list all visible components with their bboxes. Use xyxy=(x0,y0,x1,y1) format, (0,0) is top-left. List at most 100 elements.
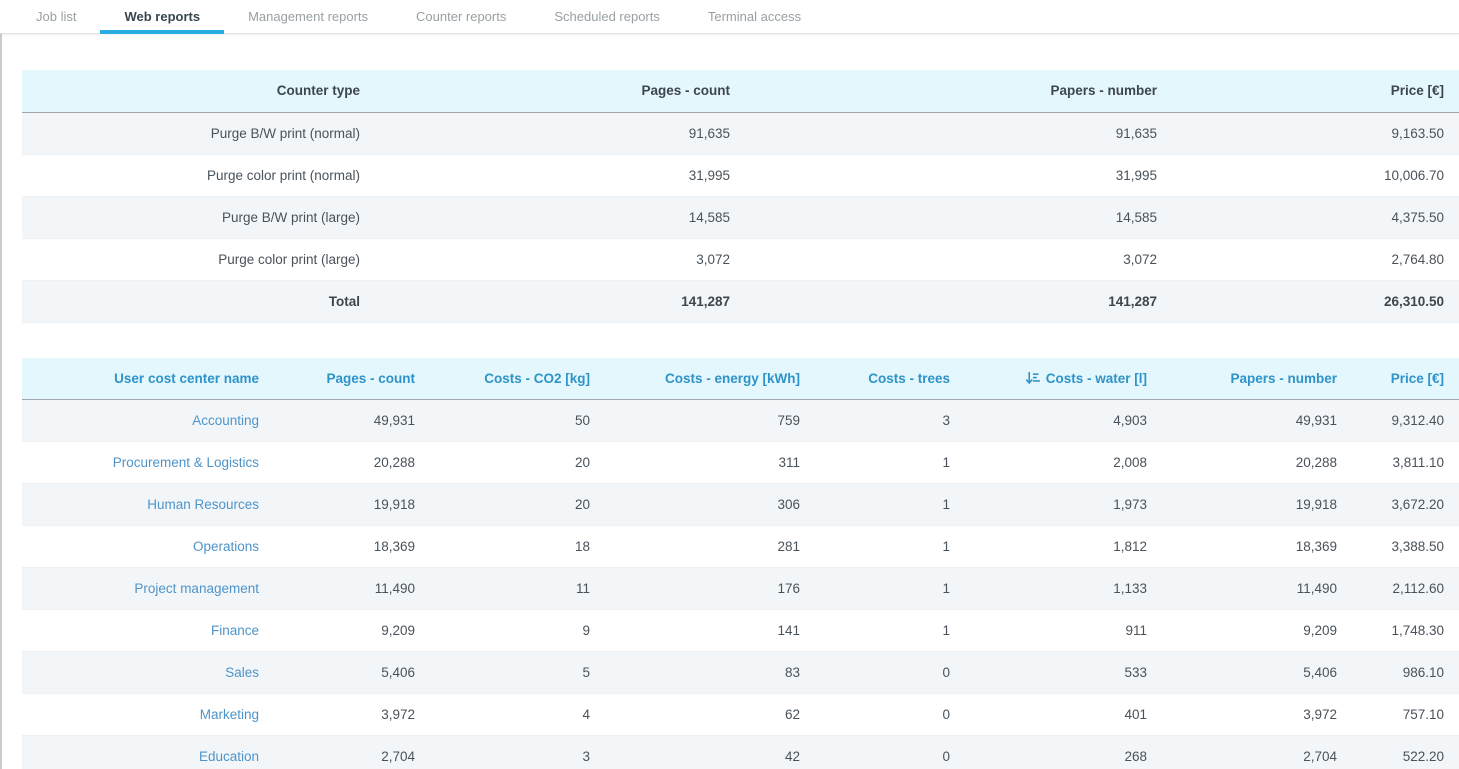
pages-count-cell: 2,704 xyxy=(274,736,430,769)
user-cost-center-cell: Human Resources xyxy=(22,484,274,526)
column-header-costs-water-label: Costs - water [l] xyxy=(1046,371,1147,386)
co2-cell: 3 xyxy=(430,736,605,769)
water-cell: 533 xyxy=(965,652,1162,694)
cost-center-table-body: Accounting49,9315075934,90349,9319,312.4… xyxy=(22,400,1459,769)
trees-cell: 1 xyxy=(815,484,965,526)
counter-table-footer: Total 141,287 141,287 26,310.50 xyxy=(22,280,1459,322)
energy-cell: 306 xyxy=(605,484,815,526)
counter-type-row: Purge color print (large)3,0723,0722,764… xyxy=(22,238,1459,280)
pages-count-cell: 31,995 xyxy=(375,154,745,196)
tab-management-reports[interactable]: Management reports xyxy=(224,0,392,33)
column-header-costs-water[interactable]: Costs - water [l] xyxy=(965,358,1162,400)
pages-count-cell: 49,931 xyxy=(274,400,430,442)
column-header-costs-energy[interactable]: Costs - energy [kWh] xyxy=(605,358,815,400)
cost-center-link[interactable]: Sales xyxy=(225,665,259,680)
column-header-price[interactable]: Price [€] xyxy=(1352,358,1459,400)
cost-center-row: Sales5,40658305335,406986.10 xyxy=(22,652,1459,694)
water-cell: 401 xyxy=(965,694,1162,736)
pages-count-cell: 11,490 xyxy=(274,568,430,610)
pages-count-cell: 14,585 xyxy=(375,196,745,238)
column-header-papers-number[interactable]: Papers - number xyxy=(1162,358,1352,400)
tab-scheduled-reports[interactable]: Scheduled reports xyxy=(530,0,684,33)
cost-center-link[interactable]: Human Resources xyxy=(147,497,259,512)
counter-header-row: Counter type Pages - count Papers - numb… xyxy=(22,70,1459,112)
user-cost-center-cell: Education xyxy=(22,736,274,769)
column-header-pages-count[interactable]: Pages - count xyxy=(375,70,745,112)
trees-cell: 0 xyxy=(815,652,965,694)
trees-cell: 1 xyxy=(815,526,965,568)
trees-cell: 1 xyxy=(815,568,965,610)
report-content: Counter type Pages - count Papers - numb… xyxy=(0,34,1459,769)
co2-cell: 20 xyxy=(430,442,605,484)
papers-number-cell: 19,918 xyxy=(1162,484,1352,526)
tab-terminal-access[interactable]: Terminal access xyxy=(684,0,825,33)
price-cell: 3,388.50 xyxy=(1352,526,1459,568)
cost-center-row: Project management11,4901117611,13311,49… xyxy=(22,568,1459,610)
total-pages-cell: 141,287 xyxy=(375,280,745,322)
energy-cell: 759 xyxy=(605,400,815,442)
energy-cell: 311 xyxy=(605,442,815,484)
price-cell: 2,764.80 xyxy=(1172,238,1459,280)
co2-cell: 11 xyxy=(430,568,605,610)
water-cell: 1,973 xyxy=(965,484,1162,526)
energy-cell: 83 xyxy=(605,652,815,694)
user-cost-center-cell: Procurement & Logistics xyxy=(22,442,274,484)
price-cell: 2,112.60 xyxy=(1352,568,1459,610)
papers-number-cell: 31,995 xyxy=(745,154,1172,196)
price-cell: 986.10 xyxy=(1352,652,1459,694)
water-cell: 1,133 xyxy=(965,568,1162,610)
water-cell: 911 xyxy=(965,610,1162,652)
column-header-price[interactable]: Price [€] xyxy=(1172,70,1459,112)
cost-center-link[interactable]: Finance xyxy=(211,623,259,638)
pages-count-cell: 3,972 xyxy=(274,694,430,736)
cost-center-link[interactable]: Marketing xyxy=(200,707,259,722)
tab-job-list[interactable]: Job list xyxy=(12,0,100,33)
column-header-user-cost-center-name[interactable]: User cost center name xyxy=(22,358,274,400)
user-cost-center-cell: Project management xyxy=(22,568,274,610)
tab-counter-reports[interactable]: Counter reports xyxy=(392,0,530,33)
column-header-papers-number[interactable]: Papers - number xyxy=(745,70,1172,112)
column-header-counter-type[interactable]: Counter type xyxy=(22,70,375,112)
pages-count-cell: 18,369 xyxy=(274,526,430,568)
cost-center-row: Marketing3,97246204013,972757.10 xyxy=(22,694,1459,736)
papers-number-cell: 9,209 xyxy=(1162,610,1352,652)
counter-summary-table: Counter type Pages - count Papers - numb… xyxy=(22,70,1459,323)
water-cell: 4,903 xyxy=(965,400,1162,442)
cost-center-table-header: User cost center name Pages - count Cost… xyxy=(22,358,1459,400)
co2-cell: 20 xyxy=(430,484,605,526)
column-header-costs-trees[interactable]: Costs - trees xyxy=(815,358,965,400)
co2-cell: 18 xyxy=(430,526,605,568)
cost-center-row: Finance9,209914119119,2091,748.30 xyxy=(22,610,1459,652)
pages-count-cell: 20,288 xyxy=(274,442,430,484)
co2-cell: 9 xyxy=(430,610,605,652)
cost-center-link[interactable]: Operations xyxy=(193,539,259,554)
column-header-pages-count[interactable]: Pages - count xyxy=(274,358,430,400)
user-cost-center-cell: Marketing xyxy=(22,694,274,736)
user-cost-center-cell: Accounting xyxy=(22,400,274,442)
cost-center-row: Human Resources19,9182030611,97319,9183,… xyxy=(22,484,1459,526)
trees-cell: 1 xyxy=(815,610,965,652)
cost-center-link[interactable]: Project management xyxy=(134,581,259,596)
total-price-cell: 26,310.50 xyxy=(1172,280,1459,322)
price-cell: 9,163.50 xyxy=(1172,112,1459,154)
cost-center-link[interactable]: Procurement & Logistics xyxy=(113,455,259,470)
cost-center-link[interactable]: Education xyxy=(199,749,259,764)
price-cell: 9,312.40 xyxy=(1352,400,1459,442)
column-header-costs-co2[interactable]: Costs - CO2 [kg] xyxy=(430,358,605,400)
tab-web-reports[interactable]: Web reports xyxy=(100,0,224,33)
price-cell: 1,748.30 xyxy=(1352,610,1459,652)
trees-cell: 3 xyxy=(815,400,965,442)
counter-table-header: Counter type Pages - count Papers - numb… xyxy=(22,70,1459,112)
papers-number-cell: 91,635 xyxy=(745,112,1172,154)
co2-cell: 4 xyxy=(430,694,605,736)
energy-cell: 141 xyxy=(605,610,815,652)
pages-count-cell: 5,406 xyxy=(274,652,430,694)
sort-descending-icon xyxy=(1025,371,1040,386)
pages-count-cell: 91,635 xyxy=(375,112,745,154)
cost-center-row: Accounting49,9315075934,90349,9319,312.4… xyxy=(22,400,1459,442)
co2-cell: 5 xyxy=(430,652,605,694)
price-cell: 3,811.10 xyxy=(1352,442,1459,484)
cost-center-link[interactable]: Accounting xyxy=(192,413,259,428)
counter-type-cell: Purge B/W print (large) xyxy=(22,196,375,238)
counter-type-cell: Purge color print (large) xyxy=(22,238,375,280)
